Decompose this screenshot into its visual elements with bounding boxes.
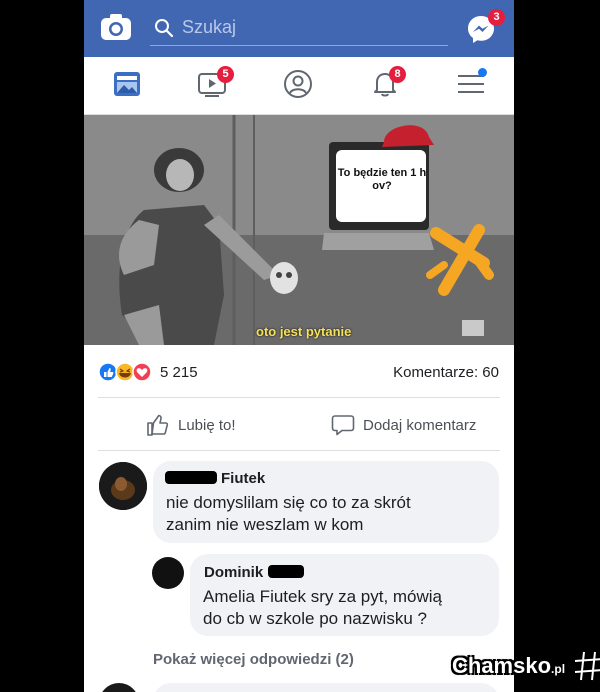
comment-text-line1: nie domyslilam się co to za skrót <box>166 493 411 512</box>
search-bar[interactable]: Szukaj <box>150 13 448 46</box>
menu-dot <box>478 68 487 77</box>
nav-bar: 5 8 <box>84 57 514 115</box>
watermark-text: Chamsko.pl <box>452 653 566 678</box>
top-bar: Szukaj 3 <box>84 0 514 57</box>
comment-button[interactable]: Dodaj komentarz <box>331 412 476 438</box>
phone-screen: Szukaj 3 5 8 To będzie ten 1 h ov? oto j… <box>84 0 514 692</box>
reaction-count: 5 215 <box>160 364 198 381</box>
post-image[interactable]: To będzie ten 1 h ov? oto jest pytanie <box>84 115 514 345</box>
redacted-name <box>268 565 304 578</box>
news-feed-icon[interactable] <box>112 69 142 99</box>
show-more-replies-link[interactable]: Pokaż więcej odpowiedzi (2) <box>153 651 354 668</box>
comment-label: Dodaj komentarz <box>363 416 477 434</box>
comment-icon <box>331 415 355 436</box>
watermark: Chamsko.pl <box>452 650 600 682</box>
avatar[interactable] <box>99 683 139 692</box>
reply-text-line1: Amelia Fiutek sry za pyt, mówią <box>203 587 443 606</box>
avatar[interactable] <box>99 462 147 510</box>
redacted-name <box>165 471 217 484</box>
video-badge: 5 <box>217 66 234 83</box>
search-placeholder: Szukaj <box>182 17 237 37</box>
comment-author[interactable]: Dominik <box>204 564 263 581</box>
avatar[interactable] <box>152 557 184 589</box>
meme-illustration <box>84 115 514 345</box>
profile-icon[interactable] <box>283 69 313 99</box>
hash-logo-icon <box>574 651 600 681</box>
thumbs-up-icon <box>147 414 169 436</box>
reactions-icons[interactable] <box>98 362 158 382</box>
search-icon <box>154 18 174 43</box>
comment-text-line2: zanim nie weszlam w kom <box>166 515 364 534</box>
post-actions: Lubię to! Dodaj komentarz <box>84 398 514 450</box>
like-button[interactable]: Lubię to! <box>146 412 236 438</box>
comment-bubble <box>153 683 499 692</box>
like-label: Lubię to! <box>178 416 236 434</box>
meme-tv-text: To będzie ten 1 h ov? <box>337 167 427 192</box>
messenger-badge: 3 <box>488 9 505 26</box>
reply-text-line2: do cb w szkole po nazwisku ? <box>203 609 427 628</box>
divider <box>98 450 500 451</box>
comment-bubble: Fiutek nie domyslilam się co to za skrót… <box>153 461 499 543</box>
meme-caption: oto jest pytanie <box>256 324 352 339</box>
notifications-badge: 8 <box>389 66 406 83</box>
reply-bubble: Dominik Amelia Fiutek sry za pyt, mówią … <box>190 554 499 636</box>
camera-icon[interactable] <box>100 13 132 41</box>
comment-author[interactable]: Fiutek <box>221 470 265 487</box>
comment-count[interactable]: Komentarze: 60 <box>393 364 499 381</box>
post-stats: 5 215 Komentarze: 60 <box>84 345 514 397</box>
